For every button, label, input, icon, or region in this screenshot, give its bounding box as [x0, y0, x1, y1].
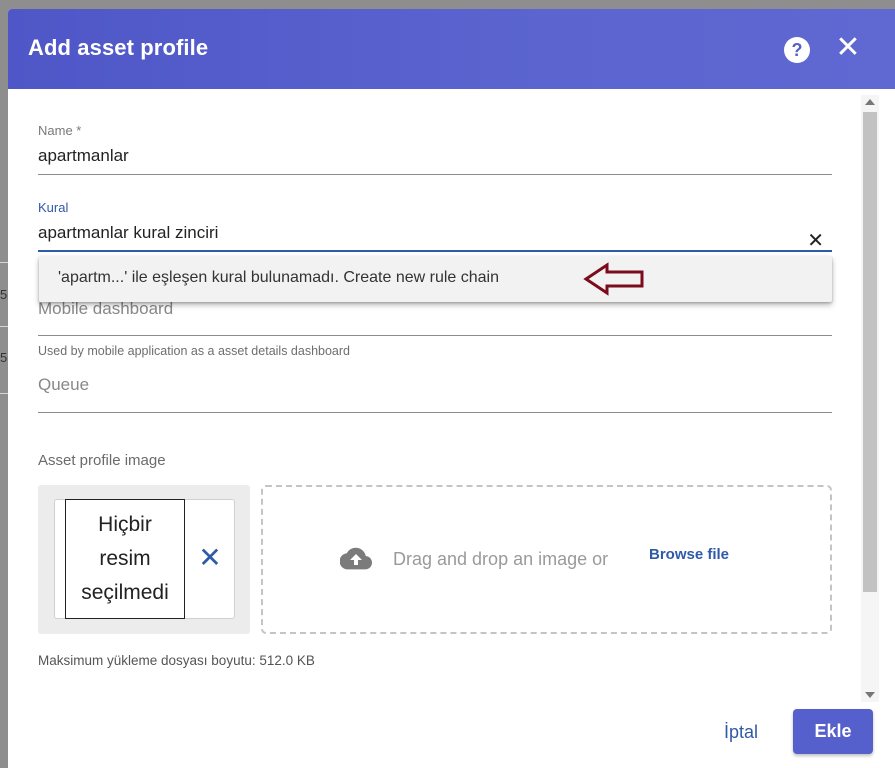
rule-chain-field[interactable]: Kural apartmanlar kural zinciri ✕ [38, 200, 832, 252]
mobile-dashboard-field[interactable]: Mobile dashboard [38, 299, 832, 337]
annotation-arrow-icon [583, 262, 647, 301]
scroll-down-icon[interactable] [865, 692, 875, 698]
cancel-button[interactable]: İptal [724, 722, 758, 743]
rule-chain-autocomplete-panel: 'apartm...' ile eşleşen kural bulunamadı… [39, 256, 832, 302]
close-icon[interactable]: ✕ [834, 33, 862, 63]
dialog-title: Add asset profile [28, 35, 209, 60]
queue-input[interactable]: Queue [38, 375, 832, 395]
dialog-header: Add asset profile ? ✕ [8, 9, 895, 89]
dialog-body: Name * apartmanlar Kural apartmanlar kur… [8, 89, 868, 699]
browse-file-link[interactable]: Browse file [649, 546, 729, 563]
create-rule-chain-option[interactable]: 'apartm...' ile eşleşen kural bulunamadı… [58, 269, 499, 287]
queue-underline [38, 412, 832, 413]
add-asset-profile-dialog: Add asset profile ? ✕ Name * apartmanlar… [8, 9, 895, 768]
image-dropzone[interactable]: Drag and drop an image or Browse file [261, 485, 832, 634]
image-card: Hiçbir resim seçilmedi ✕ [54, 499, 235, 619]
no-image-placeholder: Hiçbir resim seçilmedi [65, 499, 185, 619]
asset-profile-image-label: Asset profile image [38, 452, 166, 469]
remove-image-icon[interactable]: ✕ [198, 544, 222, 574]
name-field[interactable]: Name * apartmanlar [38, 123, 832, 175]
name-label: Name * [38, 123, 82, 138]
image-preview-box: Hiçbir resim seçilmedi ✕ [38, 485, 250, 634]
help-icon[interactable]: ? [784, 37, 810, 63]
mobile-dashboard-input[interactable]: Mobile dashboard [38, 299, 832, 319]
scrollbar-thumb[interactable] [863, 112, 877, 592]
queue-field[interactable]: Queue [38, 375, 832, 413]
cloud-upload-icon [339, 547, 372, 576]
mobile-dashboard-hint: Used by mobile application as a asset de… [38, 344, 350, 358]
max-upload-size-text: Maksimum yükleme dosyası boyutu: 512.0 K… [38, 653, 315, 668]
scrollbar[interactable] [861, 95, 879, 702]
name-input[interactable]: apartmanlar [38, 146, 832, 166]
rule-chain-input[interactable]: apartmanlar kural zinciri [38, 223, 832, 243]
rule-chain-label: Kural [38, 200, 69, 215]
add-button[interactable]: Ekle [793, 709, 873, 754]
mobile-dashboard-underline [38, 335, 832, 336]
name-underline [38, 174, 832, 175]
scroll-up-icon[interactable] [865, 99, 875, 105]
dropzone-text: Drag and drop an image or [393, 549, 609, 569]
rule-chain-underline [38, 250, 832, 252]
